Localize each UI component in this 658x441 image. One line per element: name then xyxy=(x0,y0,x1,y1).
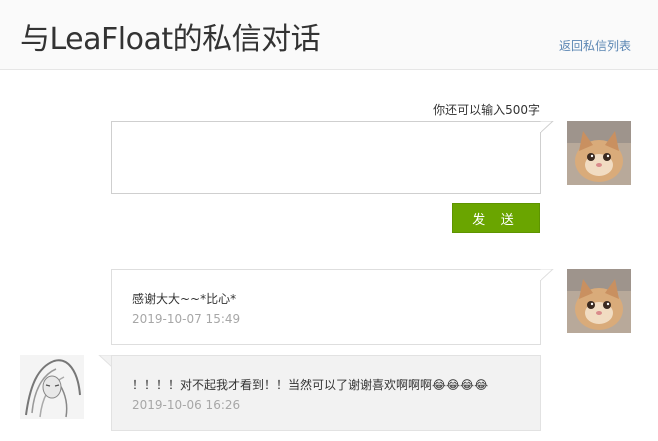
message-time: 2019-10-06 16:26 xyxy=(132,398,241,412)
message-input[interactable] xyxy=(112,122,540,193)
page-title: 与LeaFloat的私信对话 xyxy=(20,22,321,57)
message-time: 2019-10-07 15:49 xyxy=(132,312,241,326)
message-text: 感谢大大~~*比心* xyxy=(132,292,237,306)
cat-avatar-image xyxy=(567,121,631,185)
composer-bubble-tail xyxy=(540,121,554,134)
recipient-avatar[interactable] xyxy=(20,355,84,419)
my-avatar[interactable] xyxy=(567,121,631,185)
page-header: 与LeaFloat的私信对话 返回私信列表 xyxy=(0,0,658,70)
sent-bubble-tail xyxy=(540,269,554,282)
back-to-messages-link[interactable]: 返回私信列表 xyxy=(559,37,631,54)
message-composer xyxy=(111,121,541,194)
message-received: ！！！！对不起我才看到！！当然可以了谢谢喜欢啊啊啊😂😂😂😂 2019-10-06… xyxy=(111,355,541,431)
cat-avatar-image xyxy=(567,269,631,333)
message-sent: 感谢大大~~*比心* 2019-10-07 15:49 xyxy=(111,269,541,345)
send-button[interactable]: 发 送 xyxy=(452,203,540,233)
received-bubble-tail xyxy=(98,355,112,368)
sender-avatar[interactable] xyxy=(567,269,631,333)
message-text: ！！！！对不起我才看到！！当然可以了谢谢喜欢啊啊啊😂😂😂😂 xyxy=(132,378,489,392)
char-counter: 你还可以输入500字 xyxy=(433,103,540,117)
sketch-avatar-image xyxy=(20,355,84,419)
